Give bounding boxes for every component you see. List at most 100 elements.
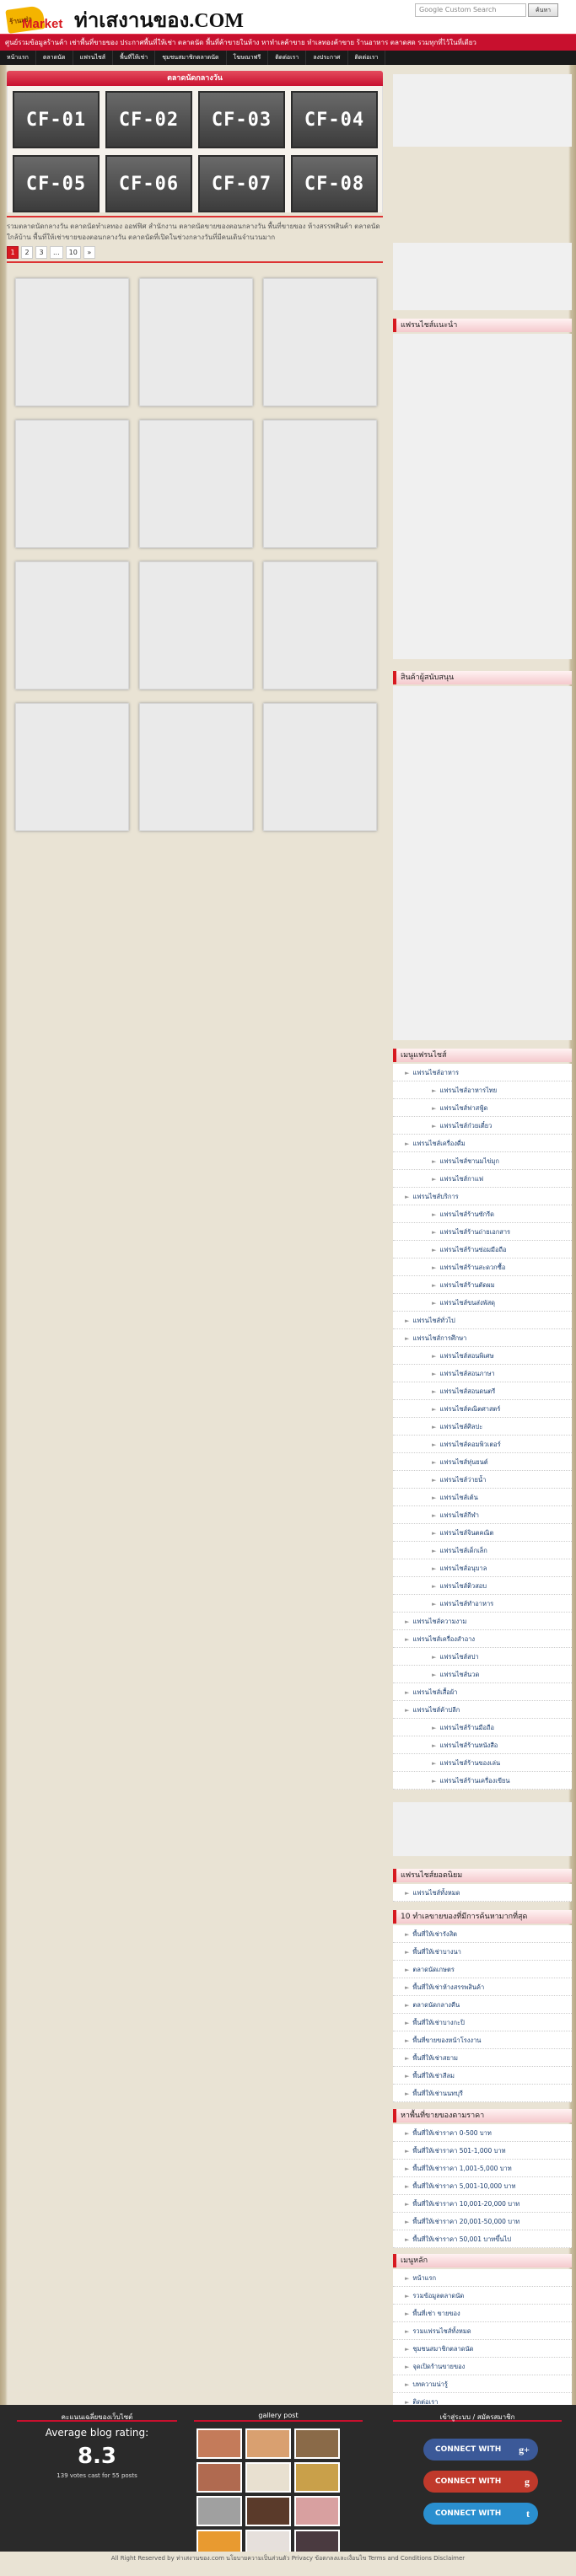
sidebar-link[interactable]: ► แฟรนไชส์ร้านตัดผม bbox=[393, 1276, 572, 1294]
sidebar-link[interactable]: ► พื้นที่ให้เช่าสีลม bbox=[393, 2067, 572, 2085]
nav-item[interactable]: ติดต่อเรา bbox=[348, 51, 386, 65]
market-code-tile[interactable]: CF-04 bbox=[291, 91, 378, 148]
sidebar-link[interactable]: ► แฟรนไชส์อาหาร bbox=[393, 1064, 572, 1081]
gallery-photo[interactable] bbox=[294, 2496, 340, 2526]
nav-item[interactable]: หน้าแรก bbox=[0, 51, 36, 65]
sidebar-link[interactable]: ► พื้นที่ให้เช่าราคา 501-1,000 บาท bbox=[393, 2142, 572, 2160]
nav-item[interactable]: ตลาดนัด bbox=[36, 51, 73, 65]
sidebar-link[interactable]: ► แฟรนไชส์สอนพิเศษ bbox=[393, 1347, 572, 1365]
sidebar-link[interactable]: ► ตลาดนัดเกษตร bbox=[393, 1961, 572, 1978]
market-code-tile[interactable]: CF-07 bbox=[198, 155, 285, 212]
sidebar-link[interactable]: ► แฟรนไชส์ค้าปลีก bbox=[393, 1701, 572, 1719]
sidebar-link[interactable]: ► จุดเปิดร้านขายของ bbox=[393, 2358, 572, 2375]
sidebar-link[interactable]: ► แฟรนไชส์ขนส่งพัสดุ bbox=[393, 1294, 572, 1312]
sidebar-link[interactable]: ► แฟรนไชส์จินตคณิต bbox=[393, 1524, 572, 1542]
listing-thumbnail[interactable] bbox=[263, 561, 377, 690]
search-button[interactable]: ค้นหา bbox=[528, 3, 558, 17]
listing-thumbnail[interactable] bbox=[263, 420, 377, 548]
market-code-tile[interactable]: CF-03 bbox=[198, 91, 285, 148]
sidebar-link[interactable]: ► แฟรนไชส์ร้านซ่อมมือถือ bbox=[393, 1241, 572, 1258]
sidebar-ad-box-2[interactable] bbox=[393, 243, 572, 310]
sidebar-link[interactable]: ► พื้นที่ให้เช่ารังสิต bbox=[393, 1925, 572, 1943]
nav-item[interactable]: โฆษณาฟรี bbox=[227, 51, 269, 65]
listing-thumbnail[interactable] bbox=[263, 278, 377, 406]
gallery-photo[interactable] bbox=[196, 2428, 242, 2459]
gallery-photo[interactable] bbox=[245, 2428, 291, 2459]
sidebar-link[interactable]: ► แฟรนไชส์ทำอาหาร bbox=[393, 1595, 572, 1613]
logo-market-text[interactable]: Market bbox=[22, 17, 62, 31]
sidebar-link[interactable]: ► พื้นที่ให้เช่าราคา 10,001-20,000 บาท bbox=[393, 2195, 572, 2213]
sidebar-link[interactable]: ► พื้นที่ให้เช่าบางนา bbox=[393, 1943, 572, 1961]
market-code-tile[interactable]: CF-08 bbox=[291, 155, 378, 212]
sidebar-link[interactable]: ► พื้นที่ให้เช่าสยาม bbox=[393, 2049, 572, 2067]
sidebar-link[interactable]: ► พื้นที่ให้เช่าราคา 1,001-5,000 บาท bbox=[393, 2160, 572, 2177]
listing-thumbnail[interactable] bbox=[139, 278, 253, 406]
sidebar-link[interactable]: ► แฟรนไชส์ร้านของเล่น bbox=[393, 1754, 572, 1772]
sidebar-link[interactable]: ► แฟรนไชส์กาแฟ bbox=[393, 1170, 572, 1188]
sidebar-link[interactable]: ► พื้นที่เช่า ขายของ bbox=[393, 2305, 572, 2322]
search-input[interactable]: Google Custom Search bbox=[415, 3, 526, 17]
page-link[interactable]: 2 bbox=[21, 246, 33, 259]
sidebar-link[interactable]: ► แฟรนไชส์ก๋วยเตี๋ยว bbox=[393, 1117, 572, 1135]
sidebar-link[interactable]: ► หน้าแรก bbox=[393, 2269, 572, 2287]
sidebar-link[interactable]: ► แฟรนไชส์สปา bbox=[393, 1648, 572, 1666]
sidebar-link[interactable]: ► รวมข้อมูลตลาดนัด bbox=[393, 2287, 572, 2305]
listing-thumbnail[interactable] bbox=[15, 561, 129, 690]
listing-thumbnail[interactable] bbox=[15, 420, 129, 548]
gallery-photo[interactable] bbox=[294, 2462, 340, 2493]
market-code-tile[interactable]: CF-01 bbox=[13, 91, 100, 148]
sidebar-link[interactable]: ► แฟรนไชส์ความงาม bbox=[393, 1613, 572, 1630]
sidebar-link[interactable]: ► พื้นที่ขายของหน้าโรงงาน bbox=[393, 2031, 572, 2049]
sidebar-link[interactable]: ► แฟรนไชส์ร้านถ่ายเอกสาร bbox=[393, 1223, 572, 1241]
sidebar-link[interactable]: ► แฟรนไชส์ร้านซักรีด bbox=[393, 1205, 572, 1223]
sidebar-link[interactable]: ► ชุมชนสมาชิกตลาดนัด bbox=[393, 2340, 572, 2358]
page-link[interactable]: 10 bbox=[65, 246, 81, 259]
sidebar-link[interactable]: ► แฟรนไชส์ทั้งหมด bbox=[393, 1884, 572, 1902]
site-title[interactable]: ท่าเสงานของ.COM bbox=[74, 3, 244, 36]
listing-thumbnail[interactable] bbox=[139, 561, 253, 690]
sidebar-link[interactable]: ► แฟรนไชส์ร้านสะดวกซื้อ bbox=[393, 1258, 572, 1276]
sidebar-link[interactable]: ► แฟรนไชส์เครื่องดื่ม bbox=[393, 1135, 572, 1152]
sidebar-link[interactable]: ► แฟรนไชส์ว่ายน้ำ bbox=[393, 1471, 572, 1489]
sidebar-link[interactable]: ► แฟรนไชส์สอนภาษา bbox=[393, 1365, 572, 1382]
sidebar-link[interactable]: ► แฟรนไชส์ทั่วไป bbox=[393, 1312, 572, 1329]
sidebar-link[interactable]: ► ตลาดนัดกลางคืน bbox=[393, 1996, 572, 2014]
nav-item[interactable]: ชุมชนสมาชิกตลาดนัด bbox=[155, 51, 227, 65]
sidebar-link[interactable]: ► พื้นที่ให้เช่าราคา 0-500 บาท bbox=[393, 2124, 572, 2142]
listing-thumbnail[interactable] bbox=[15, 278, 129, 406]
page-link[interactable]: ... bbox=[50, 246, 63, 259]
sidebar-link[interactable]: ► แฟรนไชส์เสื้อผ้า bbox=[393, 1683, 572, 1701]
sidebar-link[interactable]: ► แฟรนไชส์สอนดนตรี bbox=[393, 1382, 572, 1400]
gallery-photo[interactable] bbox=[245, 2496, 291, 2526]
market-code-tile[interactable]: CF-05 bbox=[13, 155, 100, 212]
sidebar-link[interactable]: ► แฟรนไชส์บริการ bbox=[393, 1188, 572, 1205]
gallery-photo[interactable] bbox=[294, 2428, 340, 2459]
sidebar-link[interactable]: ► แฟรนไชส์ร้านมือถือ bbox=[393, 1719, 572, 1736]
sidebar-link[interactable]: ► แฟรนไชส์เครื่องสำอาง bbox=[393, 1630, 572, 1648]
sidebar-link[interactable]: ► แฟรนไชส์ร้านหนังสือ bbox=[393, 1736, 572, 1754]
sidebar-link[interactable]: ► แฟรนไชส์เต้น bbox=[393, 1489, 572, 1506]
sidebar-ad-box-1[interactable] bbox=[393, 74, 572, 147]
sidebar-link[interactable]: ► รวมแฟรนไชส์ทั้งหมด bbox=[393, 2322, 572, 2340]
page-link[interactable]: 1 bbox=[7, 246, 19, 259]
page-link[interactable]: 3 bbox=[35, 246, 47, 259]
sidebar-link[interactable]: ► แฟรนไชส์ติวสอบ bbox=[393, 1577, 572, 1595]
gallery-photo[interactable] bbox=[245, 2462, 291, 2493]
listing-thumbnail[interactable] bbox=[139, 703, 253, 831]
market-code-tile[interactable]: CF-06 bbox=[105, 155, 192, 212]
nav-item[interactable]: พื้นที่ให้เช่า bbox=[113, 51, 156, 65]
sidebar-ad-box-3[interactable] bbox=[393, 334, 572, 659]
sidebar-link[interactable]: ► แฟรนไชส์หุ่นยนต์ bbox=[393, 1453, 572, 1471]
market-code-tile[interactable]: CF-02 bbox=[105, 91, 192, 148]
sidebar-link[interactable]: ► แฟรนไชส์นวด bbox=[393, 1666, 572, 1683]
listing-thumbnail[interactable] bbox=[15, 703, 129, 831]
sidebar-link[interactable]: ► พื้นที่ให้เช่านนทบุรี bbox=[393, 2085, 572, 2102]
sidebar-link[interactable]: ► แฟรนไชส์คณิตศาสตร์ bbox=[393, 1400, 572, 1418]
sidebar-link[interactable]: ► พื้นที่ให้เช่าบางกะปิ bbox=[393, 2014, 572, 2031]
sidebar-ad-box-5[interactable] bbox=[393, 1802, 572, 1856]
page-link[interactable]: » bbox=[83, 246, 95, 259]
sidebar-link[interactable]: ► พื้นที่ให้เช่าราคา 20,001-50,000 บาท bbox=[393, 2213, 572, 2230]
gallery-photo[interactable] bbox=[196, 2462, 242, 2493]
sidebar-link[interactable]: ► แฟรนไชส์คอมพิวเตอร์ bbox=[393, 1436, 572, 1453]
sidebar-link[interactable]: ► แฟรนไชส์ศิลปะ bbox=[393, 1418, 572, 1436]
